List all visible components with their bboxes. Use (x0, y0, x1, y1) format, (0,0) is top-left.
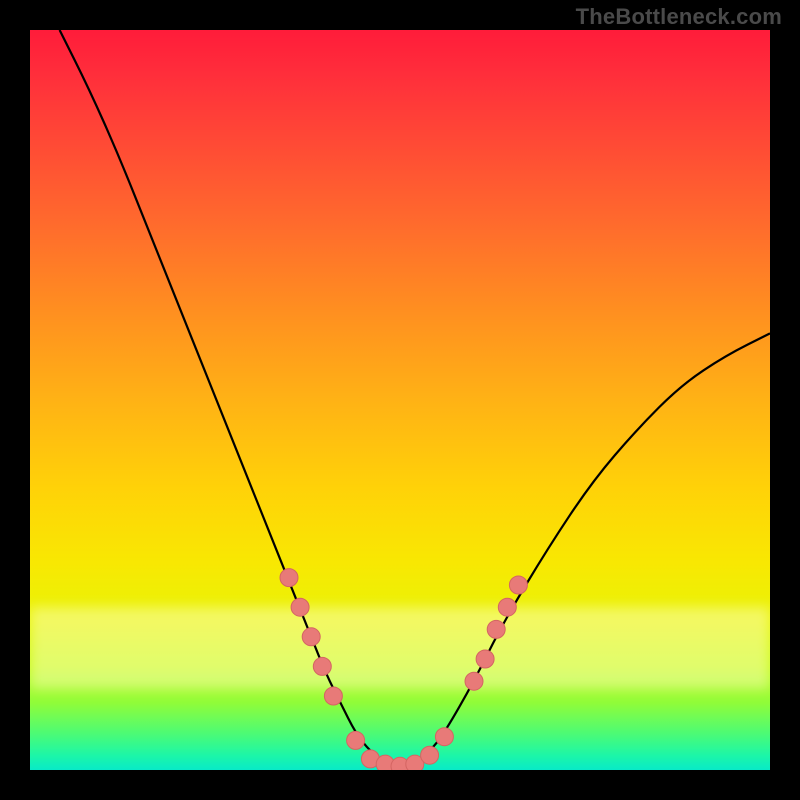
marker-dot (435, 728, 453, 746)
marker-dot (280, 569, 298, 587)
marker-dot (509, 576, 527, 594)
marker-layer (30, 30, 770, 770)
chart-frame: TheBottleneck.com (0, 0, 800, 800)
marker-dot (347, 731, 365, 749)
marker-dot (465, 672, 483, 690)
marker-dot (291, 598, 309, 616)
marker-dot (487, 620, 505, 638)
plot-area (30, 30, 770, 770)
marker-dot (324, 687, 342, 705)
marker-dot (476, 650, 494, 668)
marker-dot (498, 598, 516, 616)
marker-dot (313, 657, 331, 675)
marker-dot (302, 628, 320, 646)
marker-dot (421, 746, 439, 764)
watermark-text: TheBottleneck.com (576, 4, 782, 30)
